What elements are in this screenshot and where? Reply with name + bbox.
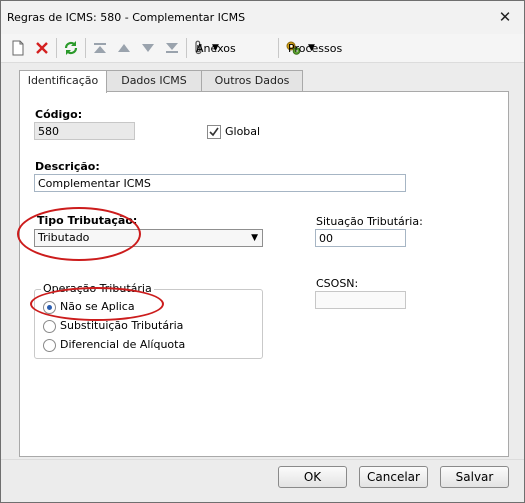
dialog-window: Regras de ICMS: 580 - Complementar ICMS … — [0, 0, 525, 503]
toolbar: Anexos ▼ Processos ▼ — [1, 34, 524, 63]
toolbar-separator — [56, 38, 57, 58]
save-button[interactable]: Salvar — [440, 466, 509, 488]
toolbar-separator — [186, 38, 187, 58]
radio-label: Substituição Tributária — [60, 319, 184, 332]
title-bar: Regras de ICMS: 580 - Complementar ICMS … — [1, 1, 524, 34]
descricao-field[interactable]: Complementar ICMS — [34, 174, 406, 192]
checkmark-icon — [209, 127, 219, 137]
tab-dados-icms[interactable]: Dados ICMS — [106, 70, 202, 92]
radio-nao-se-aplica[interactable] — [43, 301, 56, 314]
operacao-tributaria-group: Operação Tributária Não se Aplica Substi… — [34, 282, 263, 359]
cancel-button[interactable]: Cancelar — [359, 466, 428, 488]
toolbar-separator — [85, 38, 86, 58]
anexos-label: Anexos — [196, 41, 236, 55]
refresh-icon[interactable] — [62, 39, 80, 57]
tipo-tributacao-label: Tipo Tributação: — [37, 214, 138, 227]
radio-label: Não se Aplica — [60, 300, 135, 313]
global-label: Global — [225, 125, 261, 138]
situacao-tributaria-label: Situação Tributária: — [316, 215, 423, 228]
situacao-tributaria-field[interactable]: 00 — [315, 229, 406, 247]
last-record-icon[interactable] — [163, 39, 181, 57]
operacao-tributaria-title: Operação Tributária — [41, 282, 154, 295]
tipo-tributacao-value: Tributado — [38, 231, 90, 244]
tab-panel: Código: 580 Global Descrição: Complement… — [17, 91, 509, 457]
processos-label: Processos — [288, 41, 343, 55]
footer-divider — [1, 459, 524, 460]
global-checkbox[interactable] — [207, 125, 221, 139]
window-title: Regras de ICMS: 580 - Complementar ICMS — [7, 11, 246, 24]
tipo-tributacao-select[interactable]: Tributado ▼ — [34, 229, 263, 247]
chevron-down-icon: ▼ — [251, 233, 258, 243]
close-button[interactable]: ✕ — [495, 8, 515, 26]
ok-button[interactable]: OK — [278, 466, 347, 488]
tab-identificacao[interactable]: Identificação — [19, 70, 107, 93]
toolbar-separator — [278, 38, 279, 58]
anexos-menu-button[interactable]: Anexos ▼ — [193, 39, 236, 57]
csosn-field[interactable] — [315, 291, 406, 309]
radio-diferencial-aliquota[interactable] — [43, 339, 56, 352]
codigo-label: Código: — [35, 108, 83, 121]
codigo-field[interactable]: 580 — [34, 122, 135, 140]
delete-icon[interactable] — [33, 39, 51, 57]
first-record-icon[interactable] — [91, 39, 109, 57]
tab-outros-dados[interactable]: Outros Dados — [201, 70, 303, 92]
descricao-label: Descrição: — [35, 160, 100, 173]
radio-label: Diferencial de Alíquota — [60, 338, 186, 351]
csosn-label: CSOSN: — [316, 277, 359, 290]
radio-substituicao-tributaria[interactable] — [43, 320, 56, 333]
previous-record-icon[interactable] — [115, 39, 133, 57]
processos-menu-button[interactable]: Processos ▼ — [285, 39, 342, 57]
next-record-icon[interactable] — [139, 39, 157, 57]
new-document-icon[interactable] — [9, 39, 27, 57]
